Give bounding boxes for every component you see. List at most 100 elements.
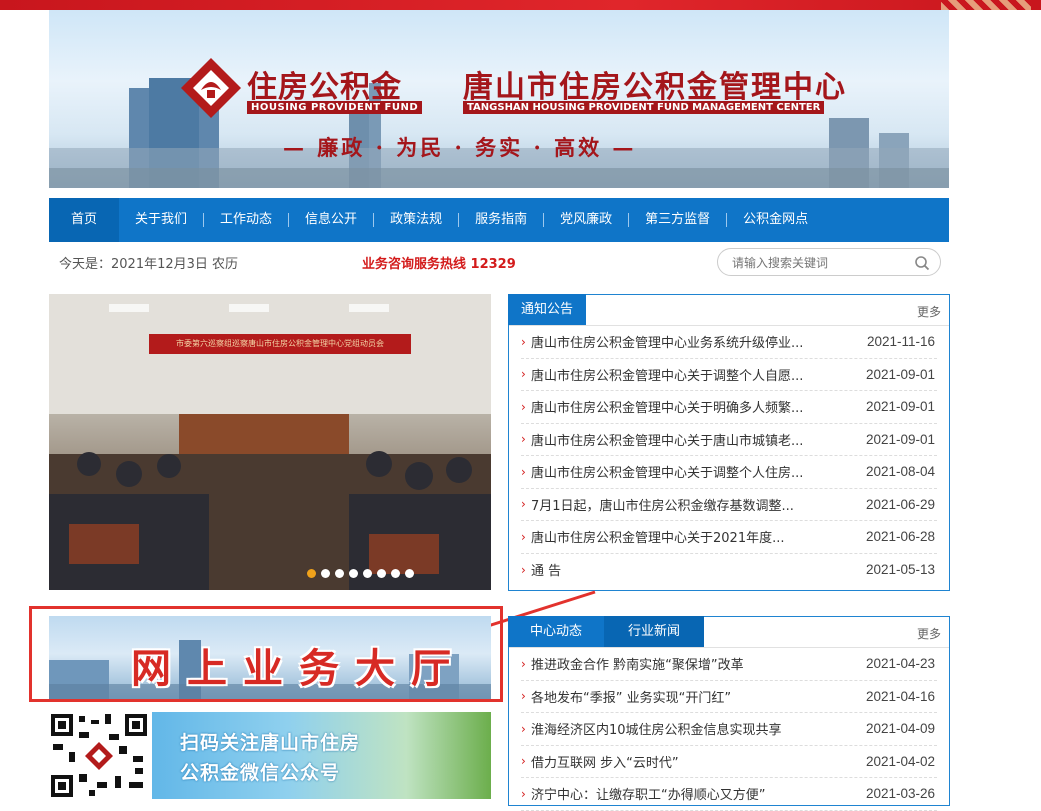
tab-center-news[interactable]: 中心动态 — [508, 616, 604, 647]
nav-item-info-disclosure[interactable]: 信息公开 — [289, 198, 373, 242]
news-more-link[interactable]: 更多 — [917, 625, 941, 642]
nav-item-integrity[interactable]: 党风廉政 — [544, 198, 628, 242]
chevron-right-icon: › — [521, 367, 526, 382]
news-date: 2021-04-16 — [865, 688, 935, 704]
nav-item-about[interactable]: 关于我们 — [119, 198, 203, 242]
news-title[interactable]: 淮海经济区内10城住房公积金信息实现共享 — [531, 719, 782, 738]
meeting-banner-text: 市委第六巡察组巡察唐山市住房公积金管理中心党组动员会 — [149, 334, 411, 354]
nav-item-outlets[interactable]: 公积金网点 — [727, 198, 824, 242]
notice-date: 2021-09-01 — [865, 431, 935, 447]
wechat-follow-banner[interactable]: 扫码关注唐山市住房 公积金微信公众号 — [152, 712, 491, 799]
notice-date: 2021-08-04 — [865, 464, 935, 480]
chevron-right-icon: › — [521, 689, 526, 704]
carousel-dot[interactable] — [349, 569, 358, 578]
list-item[interactable]: › 借力互联网 步入“云时代” 2021-04-02 — [521, 746, 937, 778]
chevron-right-icon: › — [521, 334, 526, 349]
news-title[interactable]: 借力互联网 步入“云时代” — [531, 752, 679, 771]
chevron-right-icon: › — [521, 562, 526, 577]
carousel-dot[interactable] — [307, 569, 316, 578]
notice-title[interactable]: 唐山市住房公积金管理中心关于明确多人频繁... — [531, 397, 803, 416]
chevron-right-icon: › — [521, 754, 526, 769]
site-banner: 住房公积金 HOUSING PROVIDENT FUND 唐山市住房公积金管理中… — [49, 10, 949, 188]
news-date: 2021-04-09 — [865, 721, 935, 737]
info-bar: 今天是：2021年12月3日 农历 业务咨询服务热线 12329 — [49, 242, 949, 282]
today-date: 今天是：2021年12月3日 农历 — [59, 256, 239, 272]
notice-title[interactable]: 唐山市住房公积金管理中心关于调整个人住房... — [531, 462, 803, 481]
list-item[interactable]: › 唐山市住房公积金管理中心关于调整个人自愿... 2021-09-01 — [521, 359, 937, 391]
news-date: 2021-04-23 — [865, 656, 935, 672]
chevron-right-icon: › — [521, 464, 526, 479]
news-panel: 中心动态 行业新闻 更多 › 推进政金合作 黔南实施“聚保增”改革 2021-04-… — [508, 616, 950, 811]
logo-title-en: HOUSING PROVIDENT FUND — [247, 101, 423, 114]
chevron-right-icon: › — [521, 721, 526, 736]
news-date: 2021-04-02 — [865, 753, 935, 769]
center-title-cn: 唐山市住房公积金管理中心 — [463, 70, 847, 105]
news-date: 2021-03-26 — [865, 786, 935, 802]
carousel-dot[interactable] — [405, 569, 414, 578]
wechat-follow-line2: 公积金微信公众号 — [180, 762, 341, 784]
chevron-right-icon: › — [521, 529, 526, 544]
wechat-qr-code — [49, 712, 149, 799]
list-item[interactable]: › 推进政金合作 黔南实施“聚保增”改革 2021-04-23 — [521, 648, 937, 681]
carousel-dot[interactable] — [335, 569, 344, 578]
slogan: — 廉政 · 为民 · 务实 · 高效 — — [283, 135, 637, 160]
news-photo-carousel[interactable]: 市委第六巡察组巡察唐山市住房公积金管理中心党组动员会 — [49, 294, 491, 590]
wechat-follow-line1: 扫码关注唐山市住房 — [180, 732, 361, 754]
list-item[interactable]: › 7月1日起，唐山市住房公积金缴存基数调整... 2021-06-29 — [521, 489, 937, 521]
news-title[interactable]: 各地发布“季报” 业务实现“开门红” — [531, 687, 731, 706]
search-icon[interactable] — [914, 255, 930, 271]
chevron-right-icon: › — [521, 656, 526, 671]
notice-date: 2021-09-01 — [865, 399, 935, 415]
list-item[interactable]: › 唐山市住房公积金管理中心关于明确多人频繁... 2021-09-01 — [521, 391, 937, 424]
top-red-strip — [0, 0, 1041, 10]
news-list: › 推进政金合作 黔南实施“聚保增”改革 2021-04-23 › 各地发布“季报” … — [509, 648, 949, 811]
notice-title[interactable]: 唐山市住房公积金管理中心业务系统升级停业... — [531, 332, 803, 351]
top-decoration — [941, 0, 1031, 10]
housing-fund-logo-icon — [181, 58, 241, 118]
carousel-dot[interactable] — [377, 569, 386, 578]
chevron-right-icon: › — [521, 497, 526, 512]
news-panel-header: 中心动态 行业新闻 更多 — [508, 616, 949, 648]
tab-notice[interactable]: 通知公告 — [508, 294, 586, 325]
notice-more-link[interactable]: 更多 — [917, 303, 941, 320]
chevron-right-icon: › — [521, 399, 526, 414]
nav-item-work-news[interactable]: 工作动态 — [204, 198, 288, 242]
notice-title[interactable]: 唐山市住房公积金管理中心关于调整个人自愿... — [531, 365, 803, 384]
nav-item-supervision[interactable]: 第三方监督 — [629, 198, 726, 242]
notice-title[interactable]: 唐山市住房公积金管理中心关于2021年度... — [531, 527, 784, 546]
carousel-dot[interactable] — [363, 569, 372, 578]
list-item[interactable]: › 淮海经济区内10城住房公积金信息实现共享 2021-04-09 — [521, 713, 937, 746]
notice-date: 2021-05-13 — [865, 562, 935, 578]
notice-list: › 唐山市住房公积金管理中心业务系统升级停业... 2021-11-16 › 唐山市住… — [509, 326, 949, 586]
list-item[interactable]: › 济宁中心：让缴存职工“办得顺心又方便” 2021-03-26 — [521, 778, 937, 811]
list-item[interactable]: › 通 告 2021-05-13 — [521, 554, 937, 587]
nav-item-service-guide[interactable]: 服务指南 — [459, 198, 543, 242]
carousel-dot[interactable] — [391, 569, 400, 578]
notice-title[interactable]: 通 告 — [531, 560, 561, 579]
highlight-box — [29, 606, 503, 702]
search-box — [717, 248, 941, 276]
logo-title-cn: 住房公积金 — [247, 70, 402, 105]
news-title[interactable]: 推进政金合作 黔南实施“聚保增”改革 — [531, 654, 744, 673]
tab-industry-news[interactable]: 行业新闻 — [604, 616, 704, 647]
list-item[interactable]: › 唐山市住房公积金管理中心业务系统升级停业... 2021-11-16 — [521, 326, 937, 359]
notice-title[interactable]: 唐山市住房公积金管理中心关于唐山市城镇老... — [531, 430, 803, 449]
notice-title[interactable]: 7月1日起，唐山市住房公积金缴存基数调整... — [531, 495, 794, 514]
main-nav: 首页 关于我们 工作动态 信息公开 政策法规 服务指南 党风廉政 第三方监督 公… — [49, 198, 949, 242]
notice-date: 2021-06-28 — [865, 529, 935, 545]
list-item[interactable]: › 唐山市住房公积金管理中心关于唐山市城镇老... 2021-09-01 — [521, 424, 937, 456]
nav-item-home[interactable]: 首页 — [49, 198, 120, 242]
notice-date: 2021-09-01 — [865, 366, 935, 382]
center-title-en: TANGSHAN HOUSING PROVIDENT FUND MANAGEME… — [463, 101, 825, 114]
notice-date: 2021-06-29 — [865, 496, 935, 512]
news-title[interactable]: 济宁中心：让缴存职工“办得顺心又方便” — [531, 784, 765, 803]
list-item[interactable]: › 唐山市住房公积金管理中心关于2021年度... 2021-06-28 — [521, 521, 937, 554]
notice-panel: 通知公告 更多 › 唐山市住房公积金管理中心业务系统升级停业... 2021-11-… — [508, 294, 950, 591]
chevron-right-icon: › — [521, 432, 526, 447]
list-item[interactable]: › 唐山市住房公积金管理中心关于调整个人住房... 2021-08-04 — [521, 456, 937, 489]
nav-item-policies[interactable]: 政策法规 — [374, 198, 458, 242]
notice-date: 2021-11-16 — [866, 334, 935, 350]
list-item[interactable]: › 各地发布“季报” 业务实现“开门红” 2021-04-16 — [521, 681, 937, 713]
carousel-dot[interactable] — [321, 569, 330, 578]
search-input[interactable] — [732, 254, 902, 271]
